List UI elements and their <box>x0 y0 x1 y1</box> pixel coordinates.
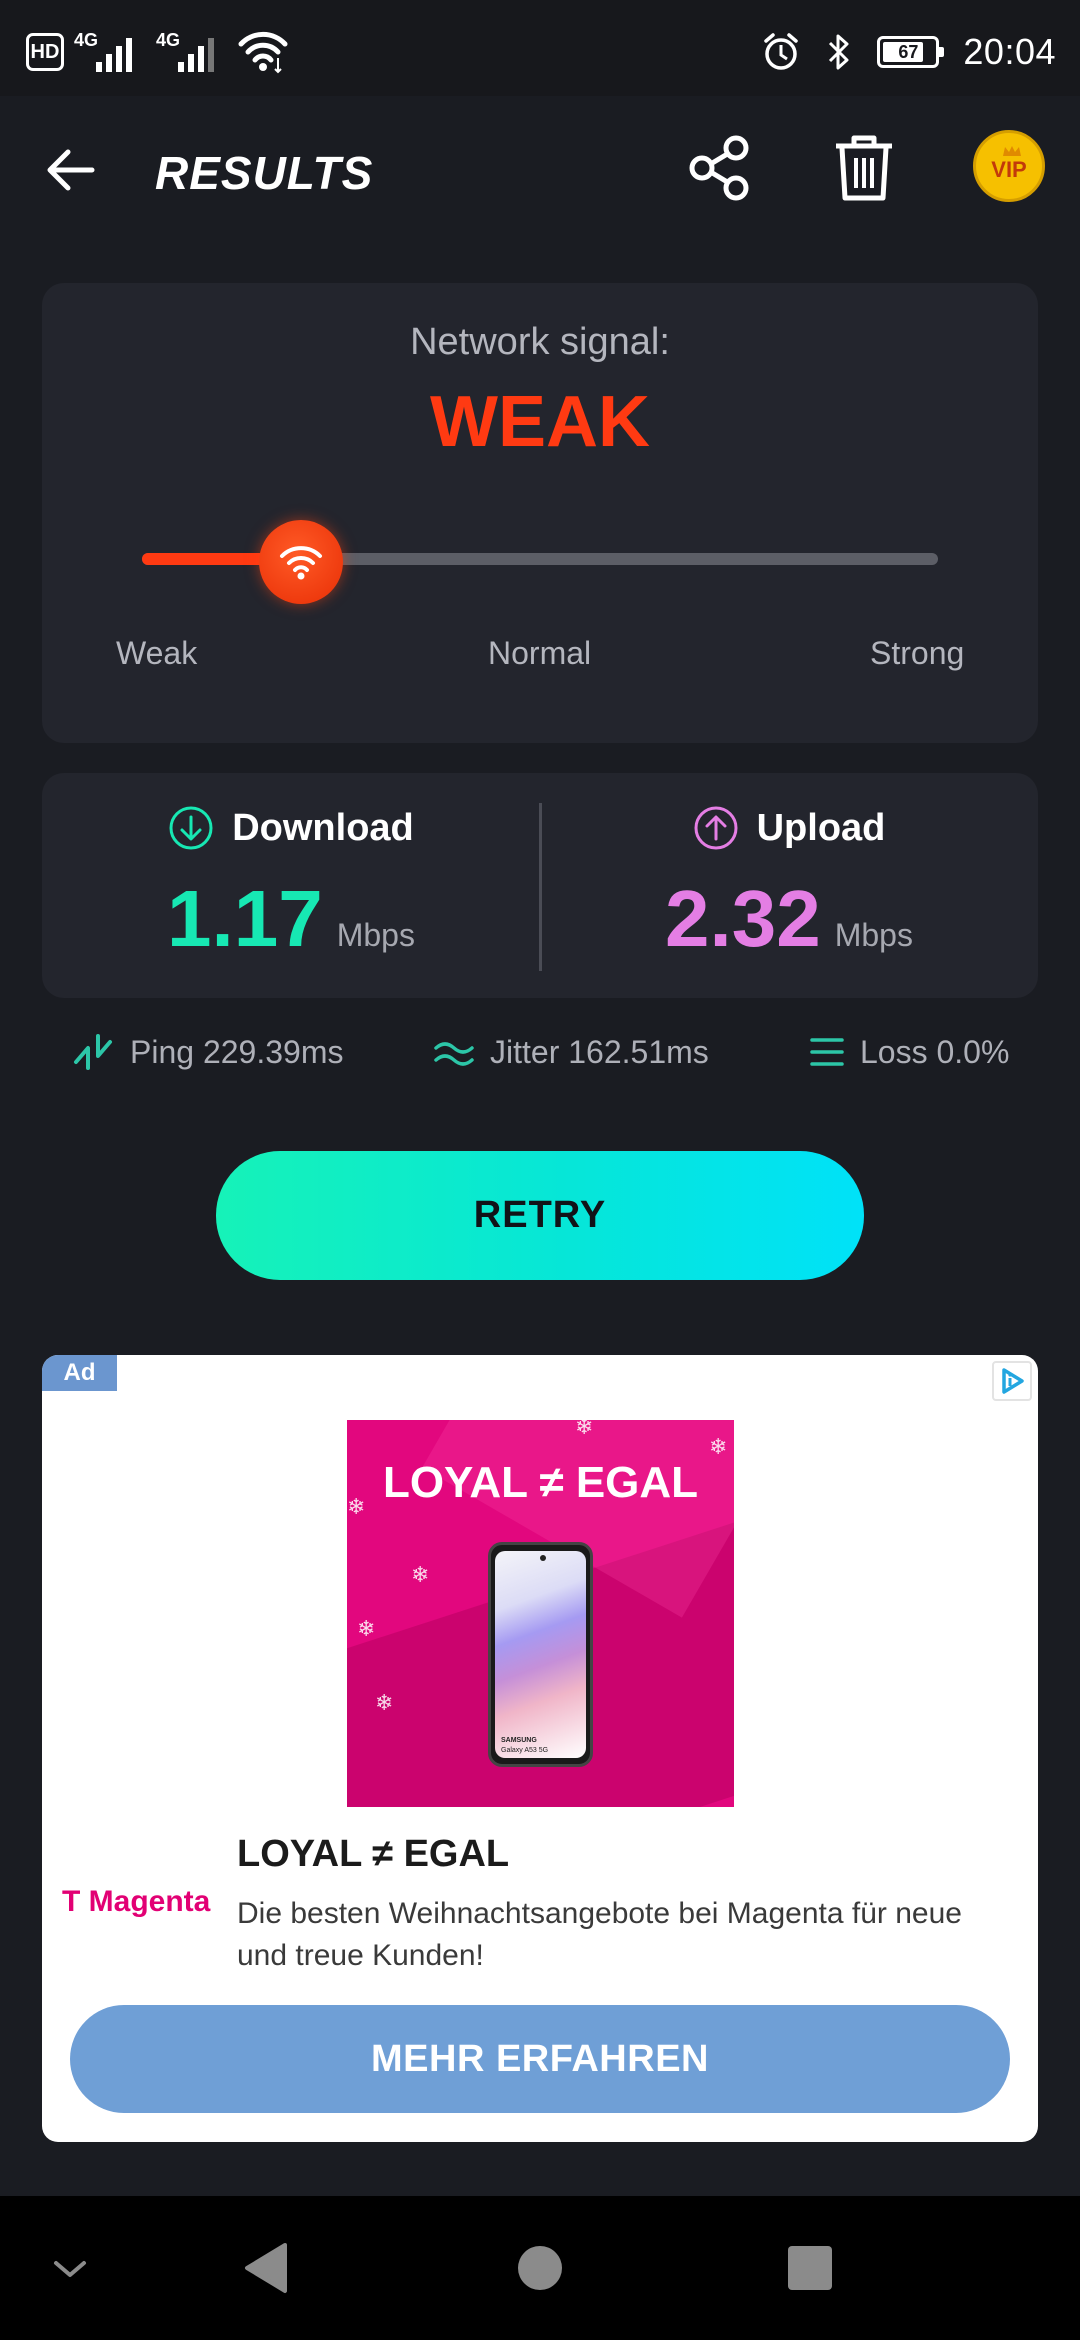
page-title: RESULTS <box>155 147 374 199</box>
delete-button[interactable] <box>832 132 896 204</box>
advertiser-logo: T Magenta <box>62 1885 210 1919</box>
vip-button[interactable]: VIP <box>973 130 1045 202</box>
phone-brand: SAMSUNG <box>501 1737 537 1744</box>
signal-strength-indicator <box>259 520 344 604</box>
jitter-metric: Jitter 162.51ms <box>432 1022 709 1082</box>
speed-results-card: Download 1.17 Mbps Upload 2.32 Mbps <box>42 773 1038 998</box>
loss-value: Loss 0.0% <box>860 1033 1010 1070</box>
snowflake-icon: ❄ <box>709 1434 728 1459</box>
nav-back-button[interactable] <box>232 2234 300 2302</box>
retry-button[interactable]: RETRY <box>216 1151 864 1280</box>
sim1-network-type: 4G <box>74 30 99 50</box>
advertiser-name: Magenta <box>88 1885 211 1918</box>
magenta-t-icon: T <box>62 1885 81 1918</box>
share-icon <box>689 135 749 201</box>
trash-icon <box>836 135 892 201</box>
ad-badge: Ad <box>42 1355 117 1391</box>
phone-image: SAMSUNG Galaxy A53 5G <box>488 1542 593 1767</box>
snowflake-icon: ❄ <box>347 1494 366 1519</box>
network-signal-value: WEAK <box>430 382 650 462</box>
ping-icon <box>74 1034 112 1070</box>
upload-section: Upload 2.32 Mbps <box>540 773 1038 998</box>
phone-model: Galaxy A53 5G <box>501 1747 549 1754</box>
download-label: Download <box>232 806 414 849</box>
sim2-signal-icon: 4G <box>156 30 228 74</box>
back-button[interactable] <box>40 138 104 202</box>
crown-icon <box>1003 146 1021 156</box>
ad-cta-button[interactable]: MEHR ERFAHREN <box>70 2005 1010 2113</box>
upload-value: 2.32 <box>665 874 821 963</box>
wifi-icon <box>238 31 288 74</box>
bluetooth-icon <box>829 34 849 70</box>
upload-label: Upload <box>756 806 886 849</box>
adchoices-button[interactable] <box>992 1361 1032 1401</box>
battery-icon: 67 <box>877 36 945 68</box>
ping-value: Ping 229.39ms <box>130 1033 344 1070</box>
status-bar: HD 4G 4G 67 20:04 <box>0 0 1080 96</box>
ping-metric: Ping 229.39ms <box>70 1022 343 1082</box>
share-button[interactable] <box>684 132 756 204</box>
triangle-back-icon <box>245 2243 287 2293</box>
download-section: Download 1.17 Mbps <box>42 773 540 998</box>
loss-icon <box>810 1038 844 1066</box>
download-unit: Mbps <box>336 917 415 953</box>
network-signal-label: Network signal: <box>410 321 670 363</box>
nav-hide-button[interactable] <box>36 2234 104 2302</box>
wifi-icon <box>280 546 323 580</box>
chevron-down-icon <box>54 2261 86 2277</box>
system-nav-bar <box>0 2196 1080 2340</box>
upload-icon <box>694 806 738 850</box>
ad-description: Die besten Weihnachtsangebote bei Magent… <box>237 1897 962 1972</box>
sim1-signal-icon: 4G <box>74 30 146 74</box>
snowflake-icon: ❄ <box>375 1690 394 1715</box>
network-signal-card: Network signal: WEAK Weak Normal Strong <box>42 283 1038 743</box>
hd-indicator: HD <box>26 33 64 71</box>
ad-image[interactable]: LOYAL ≠ EGAL ❄ ❄ ❄ ❄ ❄ ❄ SAMSUNG Galaxy … <box>347 1420 734 1807</box>
scale-label-weak: Weak <box>116 635 198 671</box>
nav-home-button[interactable] <box>506 2234 574 2302</box>
app-header: RESULTS VIP <box>0 96 1080 246</box>
metrics-row: Ping 229.39ms Jitter 162.51ms Loss 0.0% <box>0 1022 1080 1082</box>
arrow-left-icon <box>47 149 95 191</box>
circle-home-icon <box>518 2246 562 2290</box>
battery-level: 67 <box>898 41 919 62</box>
scale-label-normal: Normal <box>488 635 592 671</box>
upload-unit: Mbps <box>834 917 913 953</box>
jitter-icon <box>434 1042 474 1066</box>
scale-label-strong: Strong <box>870 635 965 671</box>
adchoices-icon <box>1002 1368 1024 1394</box>
snowflake-icon: ❄ <box>357 1616 376 1641</box>
alarm-icon <box>764 33 799 70</box>
ad-image-headline: LOYAL ≠ EGAL <box>382 1458 699 1507</box>
jitter-value: Jitter 162.51ms <box>490 1033 709 1070</box>
loss-metric: Loss 0.0% <box>808 1022 1009 1082</box>
snowflake-icon: ❄ <box>575 1420 594 1439</box>
ad-title[interactable]: LOYAL ≠ EGAL <box>237 1833 509 1876</box>
vip-label: VIP <box>991 157 1027 182</box>
clock: 20:04 <box>963 31 1056 72</box>
nav-recents-button[interactable] <box>776 2234 844 2302</box>
ad-banner[interactable]: Ad LOYAL ≠ EGAL ❄ ❄ ❄ ❄ ❄ ❄ SAMSUNG Gala… <box>42 1355 1038 2142</box>
sim2-network-type: 4G <box>156 30 181 50</box>
download-icon <box>169 806 213 850</box>
snowflake-icon: ❄ <box>411 1562 430 1587</box>
download-value: 1.17 <box>167 874 323 963</box>
square-recents-icon <box>788 2246 832 2290</box>
